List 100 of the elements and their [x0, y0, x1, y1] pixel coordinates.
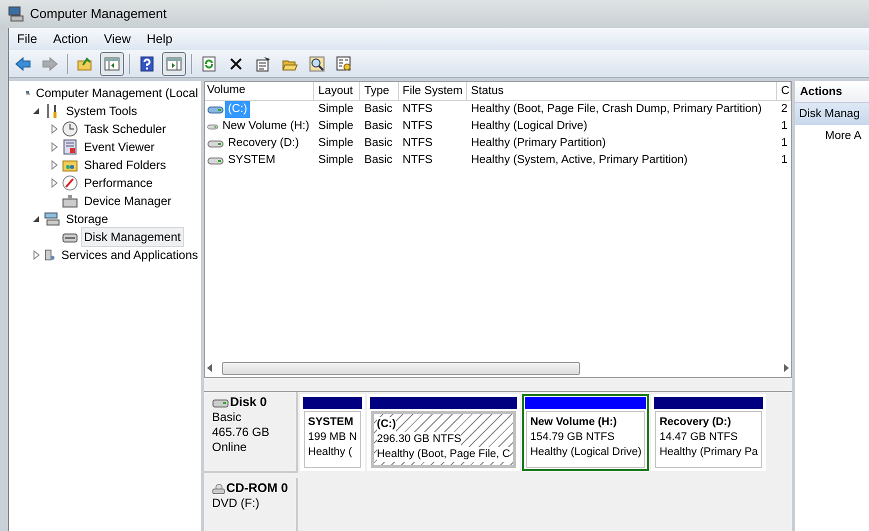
window-title: Computer Management — [30, 5, 167, 24]
drive-icon — [207, 138, 224, 148]
tree-item[interactable]: Computer Management (Local — [32, 83, 201, 103]
table-cell-text: NTFS — [402, 152, 434, 168]
partition-status: Healthy (Primary Pa — [659, 445, 758, 460]
computer-icon — [8, 6, 24, 22]
partition-status: Healthy (Logical Drive) — [530, 445, 642, 460]
tree-item[interactable]: Storage — [63, 209, 112, 229]
table-cell-text: Healthy (System, Active, Primary Partition) — [470, 152, 689, 168]
tree-item[interactable]: Event Viewer — [81, 137, 158, 157]
disk-info: Online — [212, 440, 248, 455]
horizontal-scrollbar[interactable] — [207, 360, 789, 376]
expanded-arrow-icon[interactable] — [31, 214, 41, 224]
toolbar-button[interactable] — [100, 52, 124, 76]
table-cell-text: 2 — [780, 102, 789, 117]
table-cell-text: NTFS — [402, 136, 434, 151]
partition-size: 296.30 GB NTFS — [376, 432, 462, 447]
menu-item[interactable]: Action — [45, 30, 96, 48]
column-header[interactable]: Type — [360, 82, 399, 100]
toolbar-button[interactable] — [162, 52, 186, 76]
tree-item[interactable]: Services and Applications — [58, 245, 201, 265]
drive-label[interactable]: Recovery (D:) — [225, 134, 302, 152]
clock-icon — [62, 121, 78, 137]
table-cell-text: Simple — [317, 136, 354, 151]
expanded-arrow-icon[interactable] — [31, 106, 41, 116]
table-cell-text: Healthy (Primary Partition) — [470, 136, 607, 151]
pane-link[interactable]: More A — [821, 125, 866, 147]
pane-icon — [104, 56, 120, 72]
pane-icon — [166, 56, 182, 72]
collapsed-arrow-icon[interactable] — [31, 250, 41, 260]
gauge-icon — [62, 175, 78, 191]
partition-block[interactable]: Recovery (D:) 14.47 GB NTFS Healthy (Primary Pa — [651, 394, 766, 471]
menu-item[interactable]: Help — [138, 30, 180, 48]
column-header[interactable]: Layout — [314, 82, 360, 100]
collapsed-arrow-icon[interactable] — [49, 142, 59, 152]
table-cell-text: Basic — [363, 102, 394, 117]
scroll-left-icon[interactable] — [207, 364, 213, 372]
table-cell-text: Basic — [363, 152, 394, 168]
table-cell-text: 1 — [780, 136, 789, 151]
tree-item[interactable]: Device Manager — [81, 191, 174, 211]
tree-item[interactable]: Task Scheduler — [81, 119, 170, 139]
partition-name: (C:) — [376, 417, 396, 432]
partition-name: Recovery (D:) — [659, 415, 732, 430]
drive-icon — [207, 122, 218, 132]
table-cell-text: NTFS — [402, 118, 434, 134]
partition-block[interactable]: SYSTEM 199 MB N Healthy ( — [300, 394, 365, 471]
device-icon — [62, 193, 78, 209]
partition-status: Healthy ( — [308, 445, 354, 460]
table-cell-text: Basic — [363, 136, 394, 151]
partition-size: 154.79 GB NTFS — [530, 430, 616, 445]
refresh-icon — [201, 56, 217, 72]
back-arrow-icon — [15, 56, 31, 72]
pane-group-header[interactable]: Disk Manag — [795, 103, 869, 125]
partition-name: New Volume (H:) — [530, 415, 618, 430]
table-cell-text: Simple — [317, 102, 354, 117]
log-icon — [62, 139, 78, 155]
disk-info: Basic — [212, 410, 242, 425]
storage-icon — [44, 211, 60, 227]
partition-block[interactable]: New Volume (H:) 154.79 GB NTFS Healthy (Logical Drive) — [522, 394, 650, 471]
column-header[interactable]: File System — [398, 82, 467, 100]
scroll-right-icon[interactable] — [783, 364, 789, 372]
collapsed-arrow-icon[interactable] — [49, 160, 59, 170]
table-cell-text: Simple — [317, 152, 354, 168]
table-cell-text: Healthy (Boot, Page File, Crash Dump, Primary Partition) — [470, 102, 763, 117]
disk-info: DVD (F:) — [212, 496, 260, 511]
disk-name: CD-ROM 0 — [226, 481, 288, 496]
tree-item[interactable]: Disk Management — [81, 227, 184, 247]
folder-up-icon — [77, 56, 93, 72]
properties-icon — [255, 56, 271, 72]
table-cell-text: Healthy (Logical Drive) — [470, 118, 588, 134]
tree-item[interactable]: Shared Folders — [81, 155, 170, 175]
settings-icon — [336, 56, 352, 72]
table-cell-text: NTFS — [402, 102, 434, 117]
tree-item[interactable]: Performance — [81, 173, 156, 193]
help-icon — [139, 56, 155, 72]
drive-label[interactable]: SYSTEM — [225, 152, 278, 170]
drive-label[interactable]: New Volume (H:) — [219, 118, 312, 136]
partition-block[interactable]: (C:) 296.30 GB NTFS Healthy (Boot, Page File, C — [366, 394, 520, 471]
column-header[interactable]: Status — [467, 82, 778, 100]
partition-size: 14.47 GB NTFS — [659, 430, 739, 445]
forward-arrow-icon — [42, 56, 58, 72]
table-cell-text: 1 — [780, 152, 789, 168]
collapsed-arrow-icon[interactable] — [49, 124, 59, 134]
table-cell-text: 1 — [780, 118, 789, 134]
partition-name: SYSTEM — [308, 415, 354, 430]
column-header[interactable]: Volume — [205, 82, 314, 100]
drive-icon — [207, 156, 224, 166]
tree-item[interactable]: System Tools — [63, 101, 140, 121]
server-icon — [44, 247, 56, 263]
partition-status: Healthy (Boot, Page File, C — [376, 447, 510, 462]
delete-icon — [228, 56, 244, 72]
menu-item[interactable]: View — [96, 30, 139, 48]
collapsed-arrow-icon[interactable] — [49, 178, 59, 188]
menu-item[interactable]: File — [9, 30, 46, 48]
table-cell-text: Basic — [363, 118, 394, 134]
table-cell-text: Simple — [317, 118, 354, 134]
drive-icon — [207, 104, 224, 114]
cd-drive-icon — [212, 482, 226, 496]
partition-size: 199 MB N — [308, 430, 357, 445]
column-header[interactable]: C — [777, 82, 792, 100]
